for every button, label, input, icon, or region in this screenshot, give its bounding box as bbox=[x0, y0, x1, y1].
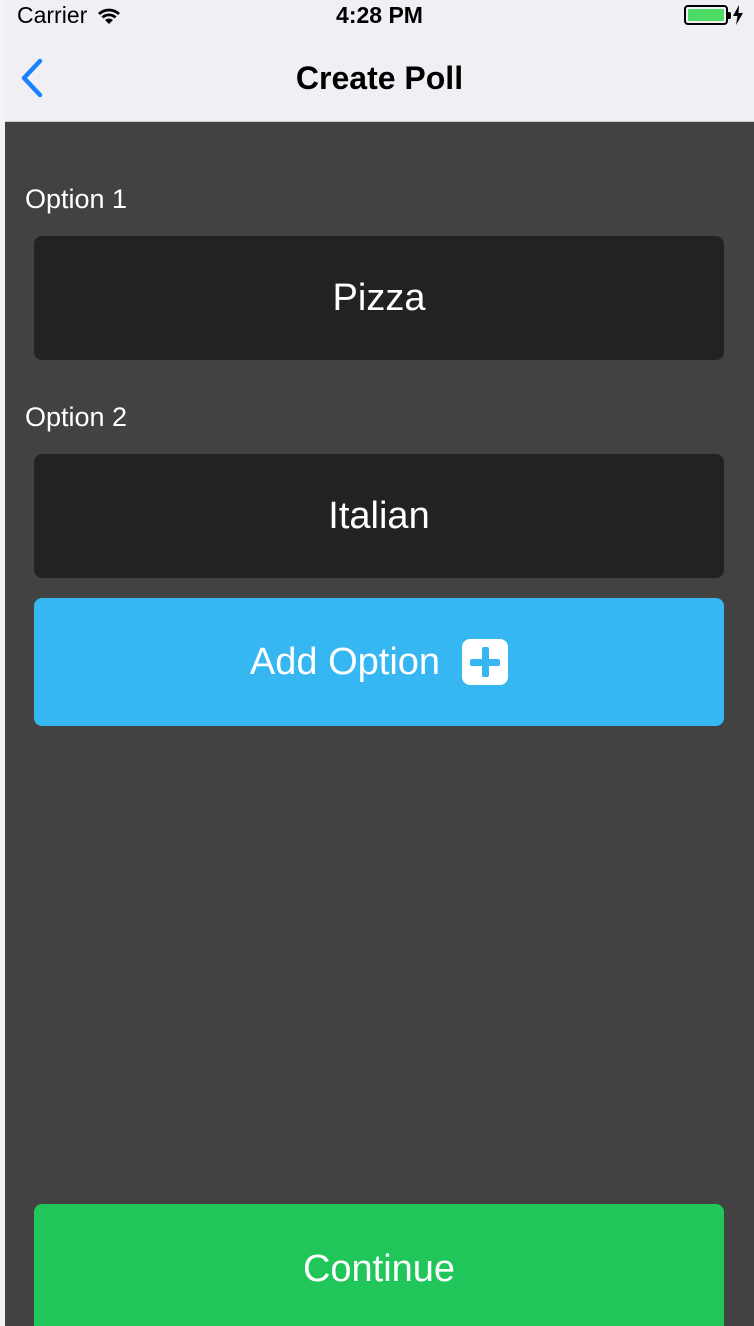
battery-icon bbox=[684, 5, 744, 25]
battery-body bbox=[684, 5, 731, 25]
battery-fill bbox=[688, 9, 724, 21]
option-1-value: Pizza bbox=[332, 276, 426, 319]
continue-label: Continue bbox=[302, 1247, 456, 1290]
status-bar: Carrier 4:28 PM bbox=[5, 0, 754, 30]
option-2-input[interactable]: Italian bbox=[34, 454, 724, 578]
option-2-value: Italian bbox=[328, 494, 430, 537]
status-time: 4:28 PM bbox=[336, 2, 423, 28]
add-option-button[interactable]: Add Option bbox=[34, 598, 724, 726]
poll-content: Option 1 Pizza Option 2 Italian Add Opti… bbox=[5, 122, 754, 1326]
plus-square-icon bbox=[462, 639, 509, 685]
charging-bolt-icon bbox=[733, 5, 743, 25]
navigation-bar: Create Poll bbox=[5, 30, 754, 122]
continue-button[interactable]: Continue bbox=[34, 1204, 724, 1326]
battery-nub bbox=[728, 12, 731, 19]
option-2-label: Option 2 bbox=[25, 402, 128, 432]
page-title: Create Poll bbox=[295, 60, 464, 96]
add-option-label: Add Option bbox=[249, 640, 441, 683]
option-1-input[interactable]: Pizza bbox=[34, 236, 724, 360]
option-1-label: Option 1 bbox=[25, 184, 128, 214]
